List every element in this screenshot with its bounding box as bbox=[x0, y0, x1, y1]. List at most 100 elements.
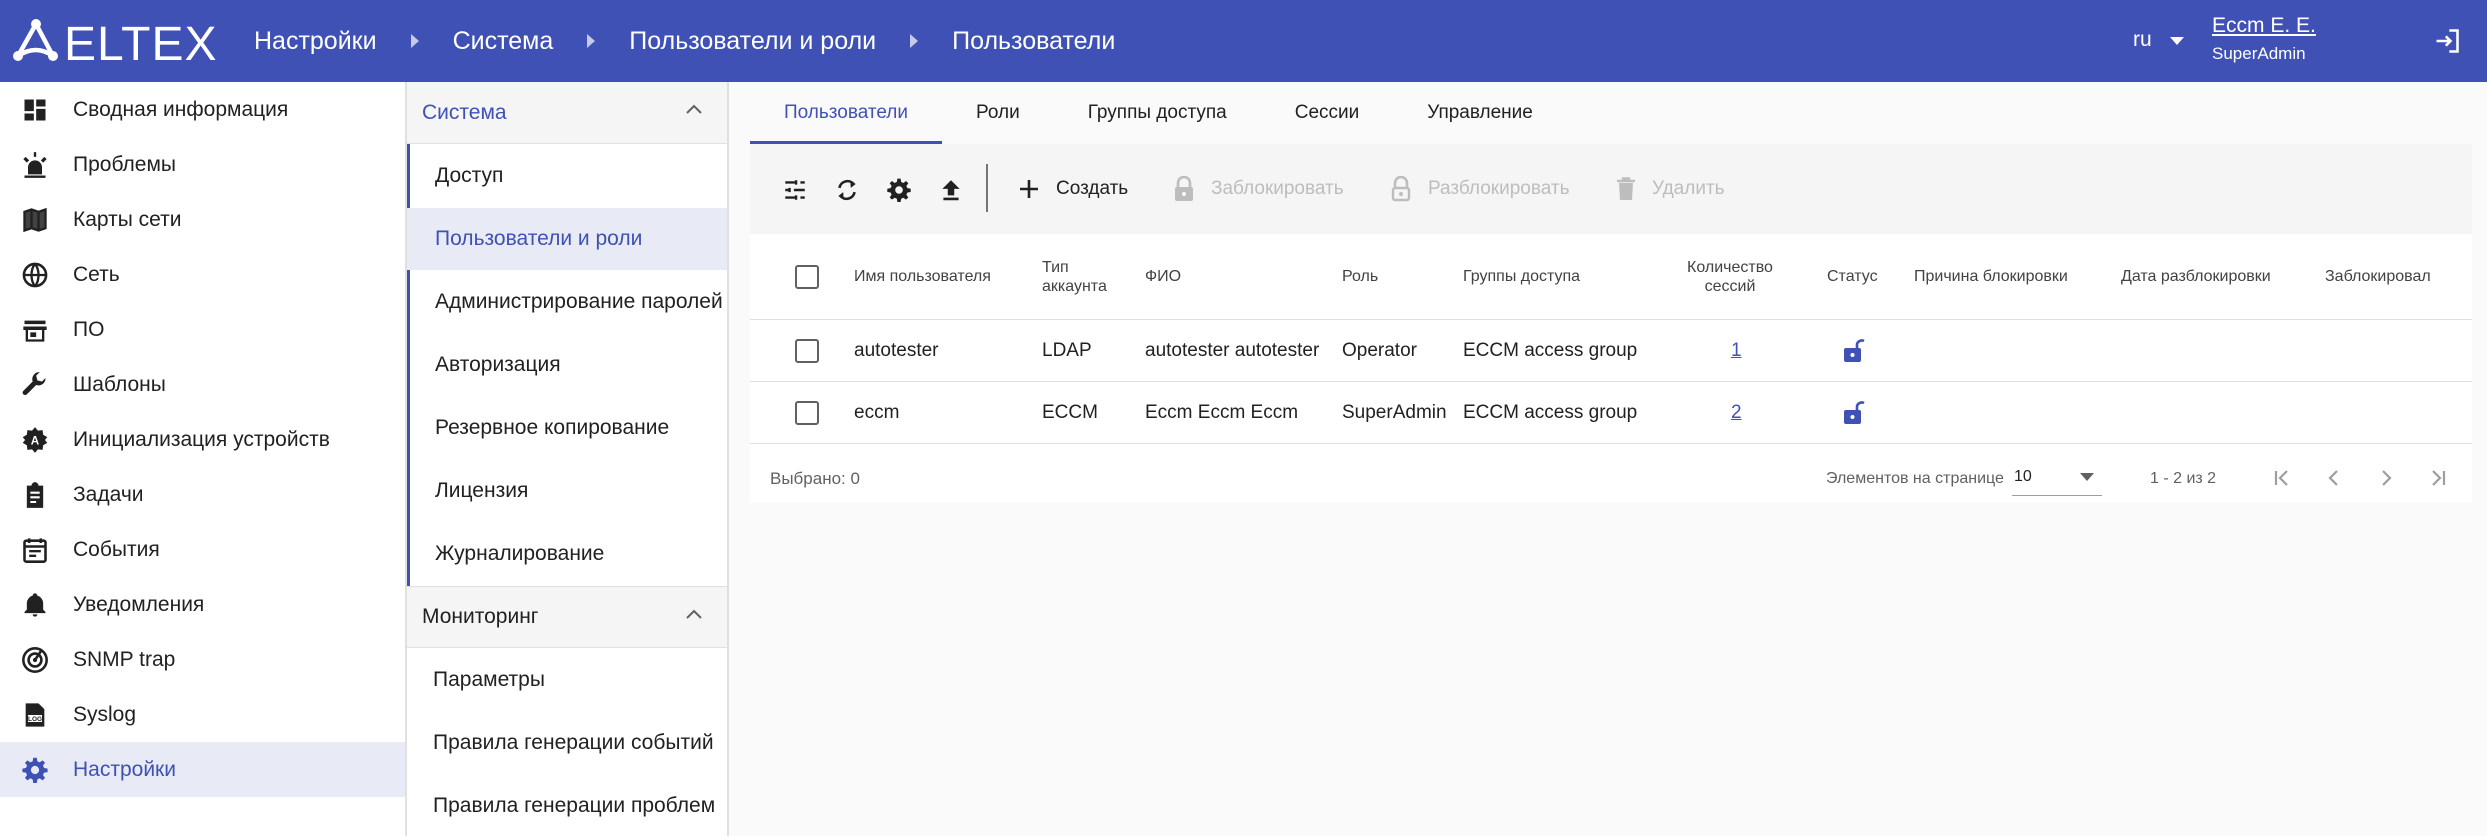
refresh-icon[interactable] bbox=[834, 177, 860, 203]
column-header-unblock-date[interactable]: Дата разблокировки bbox=[2121, 267, 2271, 286]
subnav-item-backup[interactable]: Резервное копирование bbox=[407, 397, 727, 459]
column-header-role[interactable]: Роль bbox=[1342, 267, 1378, 286]
cell-role: SuperAdmin bbox=[1342, 402, 1447, 423]
lock-open-icon[interactable] bbox=[1843, 338, 1865, 364]
column-header-blocked-by[interactable]: Заблокировал bbox=[2325, 267, 2431, 286]
gear-icon[interactable] bbox=[886, 177, 912, 203]
column-header-sessions[interactable]: Количество сессий bbox=[1685, 258, 1775, 296]
language-selector[interactable]: ru bbox=[2133, 28, 2152, 52]
select-all-checkbox[interactable] bbox=[795, 265, 819, 289]
subnav-item-parameters[interactable]: Параметры bbox=[407, 649, 727, 711]
column-header-fio[interactable]: ФИО bbox=[1145, 267, 1181, 286]
table-row[interactable]: autotester LDAP autotester autotester Op… bbox=[750, 320, 2472, 382]
alarm-light-icon bbox=[23, 151, 47, 178]
tab-roles[interactable]: Роли bbox=[942, 82, 1054, 144]
tab-access-groups[interactable]: Группы доступа bbox=[1054, 82, 1261, 144]
chevron-down-icon[interactable] bbox=[2170, 37, 2184, 45]
sidebar-item-label: Проблемы bbox=[73, 152, 177, 176]
sidebar-item-software[interactable]: ПО bbox=[0, 302, 405, 357]
column-header-status[interactable]: Статус bbox=[1827, 267, 1878, 286]
cell-sessions-link[interactable]: 2 bbox=[1731, 382, 1742, 444]
column-header-block-reason[interactable]: Причина блокировки bbox=[1914, 267, 2068, 286]
tab-management[interactable]: Управление bbox=[1393, 82, 1567, 144]
sidebar-item-tasks[interactable]: Задачи bbox=[0, 467, 405, 522]
subnav-group-monitoring[interactable]: Мониторинг bbox=[407, 586, 727, 648]
subnav-item-logging[interactable]: Журналирование bbox=[407, 523, 727, 585]
breadcrumb-separator-icon bbox=[587, 34, 596, 48]
block-button[interactable]: Заблокировать bbox=[1173, 144, 1344, 234]
sidebar-item-network[interactable]: Сеть bbox=[0, 247, 405, 302]
breadcrumb-item-users-roles[interactable]: Пользователи и роли bbox=[629, 27, 876, 56]
filter-settings-icon[interactable] bbox=[782, 177, 808, 203]
row-checkbox[interactable] bbox=[795, 401, 819, 425]
column-header-username[interactable]: Имя пользователя bbox=[854, 267, 991, 286]
breadcrumb: Настройки Система Пользователи и роли По… bbox=[254, 0, 1115, 82]
sidebar-item-syslog[interactable]: LOG Syslog bbox=[0, 687, 405, 742]
first-page-icon[interactable] bbox=[2270, 466, 2294, 490]
breadcrumb-item-settings[interactable]: Настройки bbox=[254, 27, 377, 56]
subnav-item-problem-rules[interactable]: Правила генерации проблем bbox=[407, 775, 727, 837]
sidebar-item-label: Карты сети bbox=[73, 207, 182, 231]
subnav-group-system[interactable]: Система bbox=[407, 82, 727, 144]
subnav-item-label: Журналирование bbox=[435, 542, 605, 565]
subnav-item-label: Авторизация bbox=[435, 353, 561, 376]
subnav-item-authorization[interactable]: Авторизация bbox=[407, 334, 727, 396]
chevron-up-icon[interactable] bbox=[686, 104, 702, 114]
sidebar-item-device-init[interactable]: A Инициализация устройств bbox=[0, 412, 405, 467]
subnav-item-access[interactable]: Доступ bbox=[407, 145, 727, 207]
next-page-icon[interactable] bbox=[2374, 466, 2398, 490]
table-row[interactable]: eccm ECCM Eccm Eccm Eccm SuperAdmin ECCM… bbox=[750, 382, 2472, 444]
per-page-select[interactable]: 10 bbox=[2012, 462, 2102, 496]
tab-users[interactable]: Пользователи bbox=[750, 82, 943, 144]
subnav-item-event-rules[interactable]: Правила генерации событий bbox=[407, 712, 727, 774]
column-header-access-groups[interactable]: Группы доступа bbox=[1463, 267, 1580, 286]
log-icon: LOG bbox=[25, 702, 45, 727]
unblock-button[interactable]: Разблокировать bbox=[1390, 144, 1569, 234]
sidebar-item-label: Уведомления bbox=[73, 592, 205, 616]
delete-button[interactable]: Удалить bbox=[1616, 144, 1725, 234]
sidebar-item-summary[interactable]: Сводная информация bbox=[0, 82, 405, 137]
block-button-label: Заблокировать bbox=[1211, 178, 1344, 199]
sidebar-item-label: Настройки bbox=[73, 757, 176, 781]
subnav-item-password-admin[interactable]: Администрирование паролей bbox=[407, 271, 727, 333]
user-menu[interactable]: Eccm E. E. SuperAdmin bbox=[2212, 14, 2316, 64]
cell-sessions-link[interactable]: 1 bbox=[1731, 320, 1742, 382]
radar-icon bbox=[22, 646, 48, 673]
sidebar-item-templates[interactable]: Шаблоны bbox=[0, 357, 405, 412]
per-page-label: Элементов на странице bbox=[1826, 470, 2004, 487]
eltex-logo[interactable]: ELTEX bbox=[12, 18, 224, 66]
column-header-account-type[interactable]: Тип аккаунта bbox=[1042, 258, 1122, 296]
sidebar-item-notifications[interactable]: Уведомления bbox=[0, 577, 405, 632]
previous-page-icon[interactable] bbox=[2322, 466, 2346, 490]
sidebar-item-events[interactable]: События bbox=[0, 522, 405, 577]
per-page-value: 10 bbox=[2014, 468, 2032, 485]
sidebar: Сводная информация Проблемы Карты сети С… bbox=[0, 82, 407, 836]
subnav-item-label: Лицензия bbox=[435, 479, 529, 502]
row-checkbox[interactable] bbox=[795, 339, 819, 363]
sidebar-item-settings[interactable]: Настройки bbox=[0, 742, 405, 797]
logout-icon[interactable] bbox=[2433, 27, 2461, 55]
subnav-item-users-roles[interactable]: Пользователи и роли bbox=[407, 208, 727, 270]
upload-icon[interactable] bbox=[938, 177, 964, 203]
sidebar-item-snmp-trap[interactable]: SNMP trap bbox=[0, 632, 405, 687]
lock-open-icon[interactable] bbox=[1843, 400, 1865, 426]
cell-account-type: ECCM bbox=[1042, 402, 1098, 423]
sidebar-item-network-maps[interactable]: Карты сети bbox=[0, 192, 405, 247]
last-page-icon[interactable] bbox=[2426, 466, 2450, 490]
svg-text:ELTEX: ELTEX bbox=[64, 18, 218, 66]
user-name[interactable]: Eccm E. E. bbox=[2212, 14, 2316, 38]
create-button[interactable]: Создать bbox=[1018, 144, 1128, 234]
create-button-label: Создать bbox=[1056, 178, 1129, 199]
main-content: Пользователи Роли Группы доступа Сессии … bbox=[729, 82, 2487, 836]
breadcrumb-item-system[interactable]: Система bbox=[453, 27, 554, 56]
lock-outline-icon bbox=[1391, 176, 1411, 202]
subnav-item-label: Правила генерации событий bbox=[433, 731, 714, 754]
dashboard-icon bbox=[24, 99, 46, 120]
cell-access-groups: ECCM access group bbox=[1463, 402, 1638, 423]
chevron-up-icon[interactable] bbox=[686, 609, 702, 619]
subnav-item-license[interactable]: Лицензия bbox=[407, 460, 727, 522]
cell-account-type: LDAP bbox=[1042, 340, 1092, 361]
subnav-group-label: Мониторинг bbox=[422, 605, 539, 628]
tab-sessions[interactable]: Сессии bbox=[1261, 82, 1394, 144]
sidebar-item-problems[interactable]: Проблемы bbox=[0, 137, 405, 192]
